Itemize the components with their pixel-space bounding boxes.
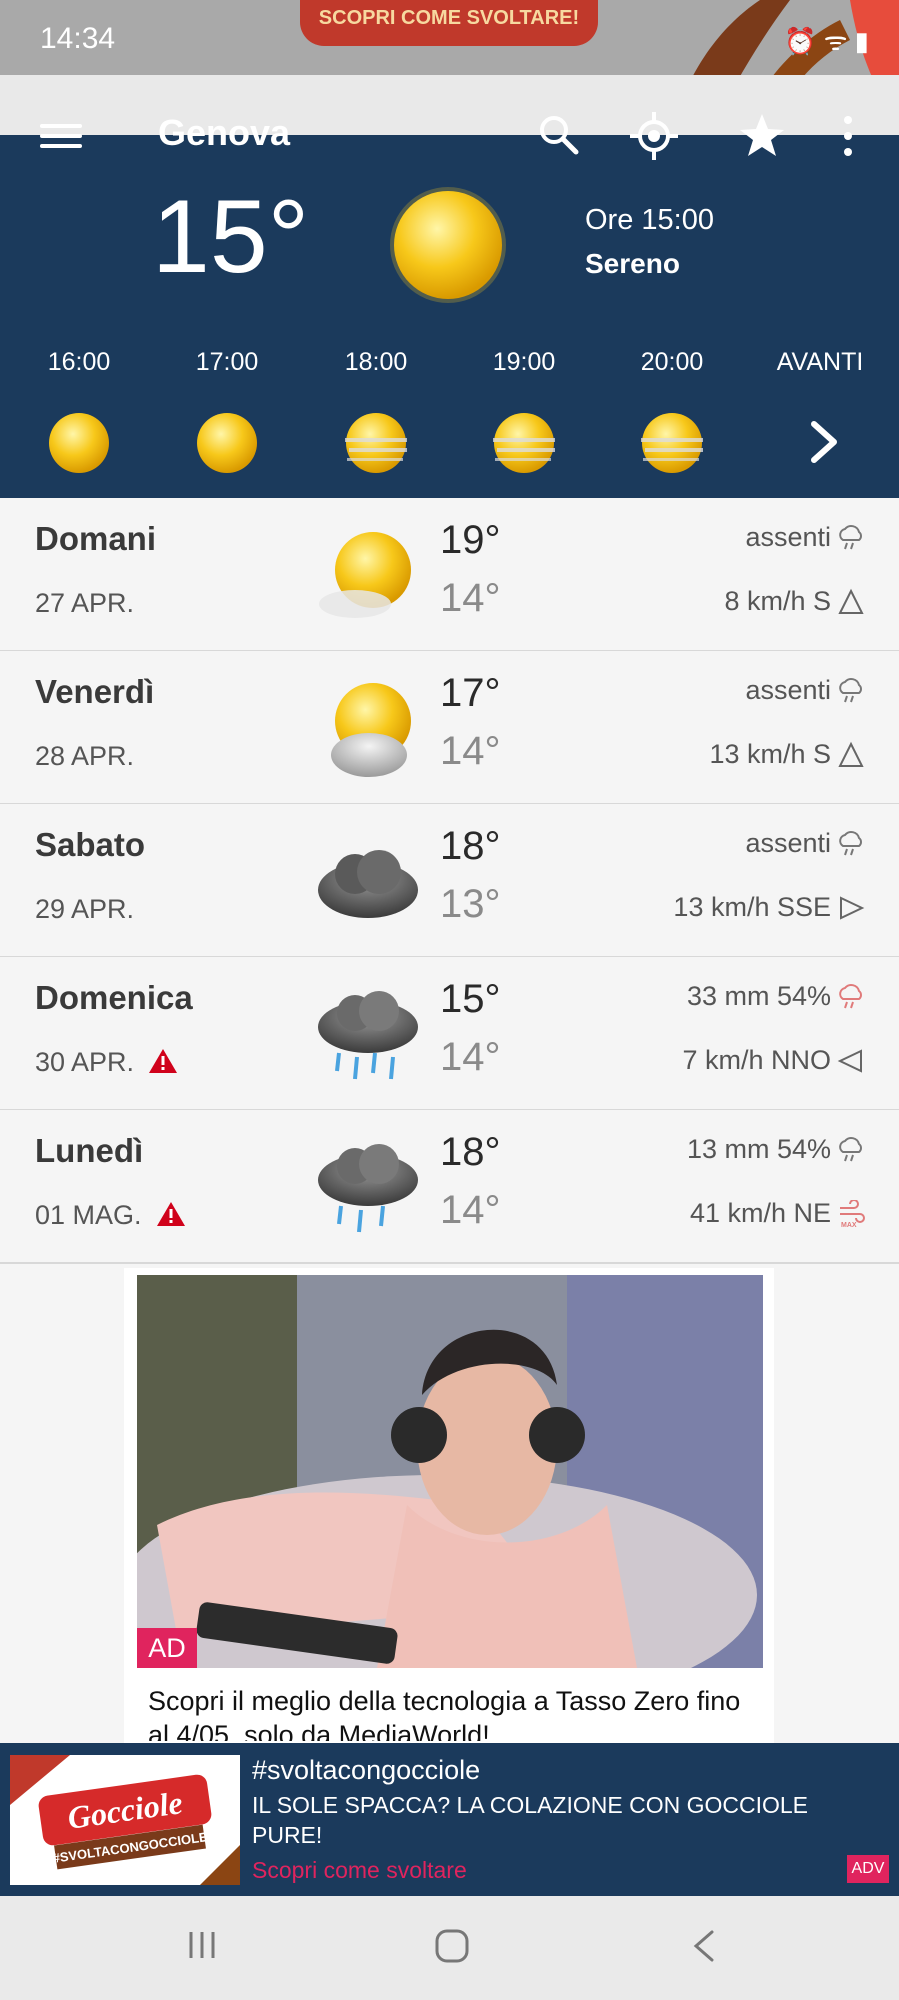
day-date: 01 MAG. <box>35 1200 186 1231</box>
search-icon[interactable] <box>534 110 582 158</box>
rain-icon <box>318 1144 418 1233</box>
precipitation: 13 mm 54% <box>686 1134 831 1164</box>
hour-label: 16:00 <box>47 348 111 376</box>
wind: 13 km/h S <box>709 739 831 769</box>
wind: 13 km/h SSE <box>673 892 831 922</box>
wind: 7 km/h NNO <box>682 1045 831 1075</box>
rain-cloud-icon <box>839 525 862 550</box>
warning-icon[interactable] <box>156 1201 186 1227</box>
temp-min: 13° <box>440 882 501 926</box>
hazy-sun-icon <box>641 413 703 473</box>
city-name[interactable]: Genova <box>158 112 290 154</box>
rain-icon <box>318 991 418 1080</box>
wind-direction-icon <box>838 588 864 614</box>
recent-apps-icon[interactable] <box>185 1928 219 1962</box>
more-options-icon[interactable] <box>838 112 858 160</box>
day-date: 29 APR. <box>35 894 135 924</box>
sun-icon <box>390 187 506 303</box>
temp-max: 17° <box>440 671 501 715</box>
temp-min: 14° <box>440 1035 501 1079</box>
day-date: 27 APR. <box>35 588 135 618</box>
day-date: 30 APR. <box>35 1047 178 1078</box>
hour-label: 20:00 <box>640 348 704 376</box>
wind: 41 km/h NE <box>689 1198 831 1228</box>
temp-min: 14° <box>440 1188 501 1232</box>
precipitation: assenti <box>745 675 831 705</box>
hour-label: 19:00 <box>492 348 556 376</box>
precipitation: assenti <box>745 522 831 552</box>
cloudy-icon <box>318 850 418 918</box>
day-name: Domenica <box>35 979 193 1016</box>
forecast-row[interactable]: Domani 27 APR. 19° 14° assenti 8 km/h S <box>0 498 899 652</box>
ad-image[interactable] <box>137 1275 763 1668</box>
ad-badge: AD <box>137 1628 197 1668</box>
rain-cloud-icon <box>839 1137 862 1162</box>
banner-hashtag: #svoltacongocciole <box>252 1755 481 1785</box>
day-name: Venerdì <box>35 673 155 710</box>
star-icon[interactable] <box>736 110 788 162</box>
hour-label: 17:00 <box>195 348 259 376</box>
top-promo-banner[interactable]: SCOPRI COME SVOLTARE! <box>300 0 598 46</box>
status-time: 14:34 <box>40 22 116 55</box>
temp-min: 14° <box>440 729 501 773</box>
rain-cloud-icon <box>839 831 862 856</box>
gocciole-logo[interactable]: Gocciole #SVOLTACONGOCCIOLE <box>10 1755 240 1885</box>
hazy-sun-icon <box>345 413 407 473</box>
wind: 8 km/h S <box>724 586 831 616</box>
current-temperature: 15° <box>152 179 310 295</box>
temp-min: 14° <box>440 576 501 620</box>
hour-label: 18:00 <box>344 348 408 376</box>
back-icon[interactable] <box>690 1928 718 1964</box>
hazy-sun-icon <box>493 413 555 473</box>
next-label[interactable]: AVANTI <box>765 348 875 377</box>
current-time: Ore 15:00 <box>585 204 714 236</box>
day-date: 28 APR. <box>35 741 135 771</box>
partly-cloudy-icon <box>331 683 411 777</box>
forecast-row[interactable]: Sabato 29 APR. 18° 13° assenti 13 km/h S… <box>0 804 899 958</box>
day-name: Sabato <box>35 826 146 863</box>
banner-text: IL SOLE SPACCA? LA COLAZIONE CON GOCCIOL… <box>252 1792 808 1848</box>
day-name: Lunedì <box>35 1132 144 1169</box>
wind-direction-icon <box>838 741 864 767</box>
wind-direction-icon <box>840 896 865 920</box>
sun-icon <box>197 413 257 473</box>
temp-max: 15° <box>440 977 501 1021</box>
rain-cloud-icon <box>839 678 862 703</box>
chevron-right-icon[interactable] <box>806 418 840 466</box>
banner-link[interactable]: Scopri come svoltare <box>252 1857 467 1884</box>
wind-direction-icon <box>837 1049 862 1073</box>
temp-max: 18° <box>440 1130 501 1174</box>
sun-icon <box>49 413 109 473</box>
rain-cloud-icon <box>839 984 862 1009</box>
ad-headline[interactable]: Scopri il meglio della tecnologia a Tass… <box>148 1684 768 1741</box>
home-icon[interactable] <box>434 1928 470 1964</box>
day-name: Domani <box>35 520 157 557</box>
wind-gust-max-icon: MAX <box>840 1200 865 1228</box>
precipitation: 33 mm 54% <box>686 981 831 1011</box>
sun-haze-icon <box>319 532 411 618</box>
svg-text:MAX: MAX <box>841 1222 857 1228</box>
forecast-row[interactable]: Venerdì 28 APR. 17° 14° assenti 13 km/h … <box>0 651 899 805</box>
warning-icon[interactable] <box>148 1048 178 1074</box>
locate-icon[interactable] <box>628 110 680 162</box>
current-condition: Sereno <box>585 248 680 279</box>
forecast-row[interactable]: Lunedì 01 MAG. 18° 14° 13 mm 54% 41 km/h… <box>0 1110 899 1264</box>
status-icons: ⏰ ᯤ ▮ <box>784 26 869 56</box>
precipitation: assenti <box>745 828 831 858</box>
adv-badge: ADV <box>847 1855 889 1883</box>
forecast-row[interactable]: Domenica 30 APR. 15° 14° 33 mm 54% 7 km/… <box>0 957 899 1111</box>
menu-button[interactable] <box>40 118 82 154</box>
temp-max: 19° <box>440 518 501 562</box>
temp-max: 18° <box>440 824 501 868</box>
